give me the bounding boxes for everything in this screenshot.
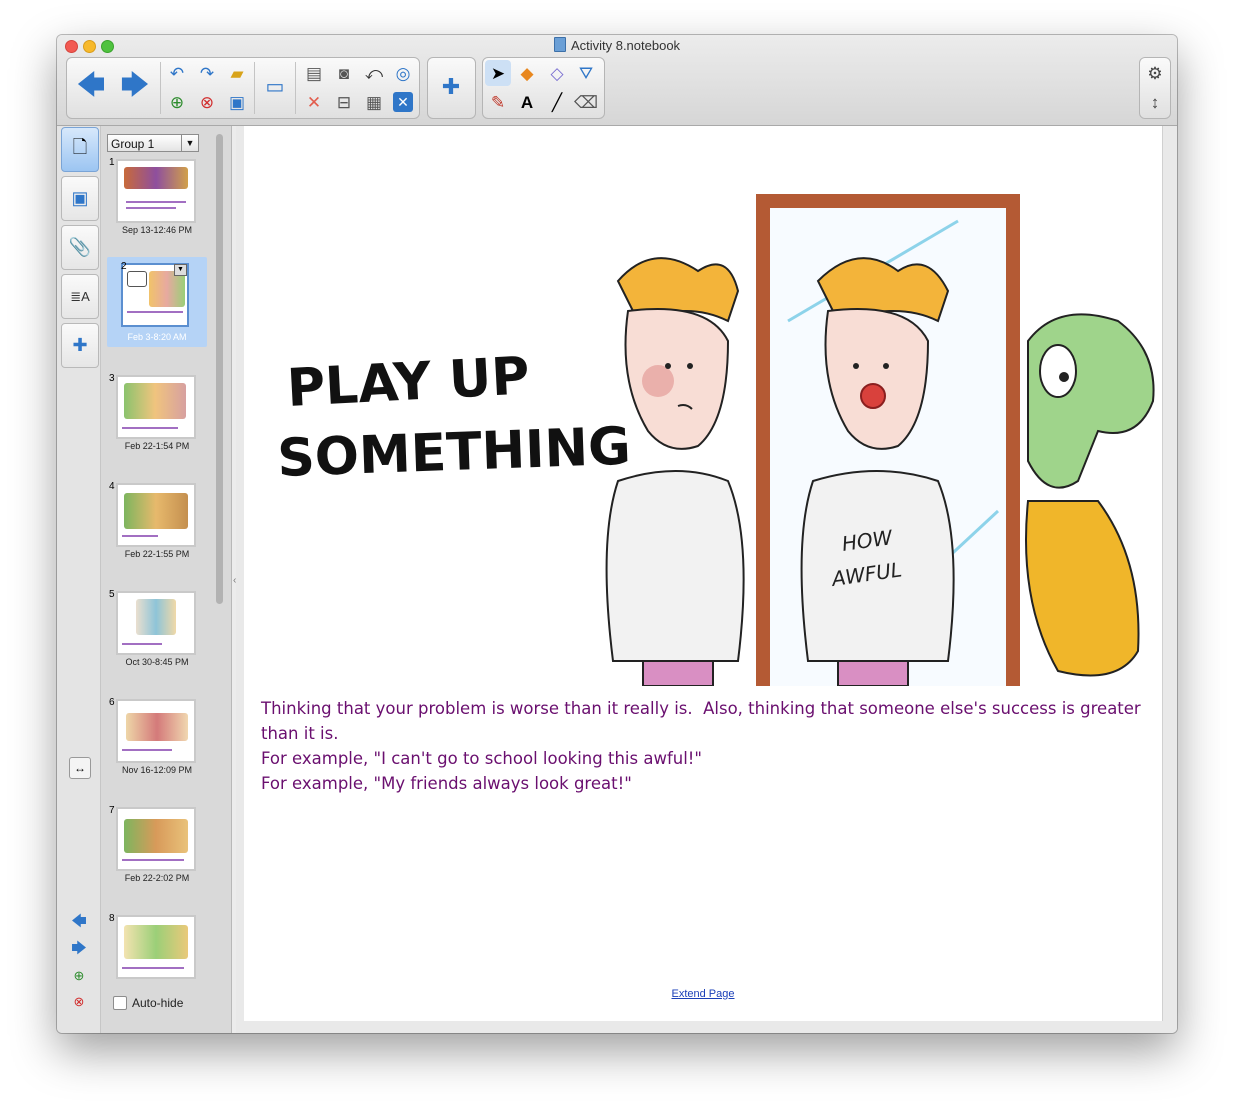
lasso-icon[interactable]: ◇ [544, 60, 570, 86]
addon-puzzle-icon[interactable]: ✚ [438, 74, 464, 100]
page-thumbnail-current[interactable]: 2 Feb 3-8:20 AM ▼ [107, 257, 207, 347]
tools-toolbar-group: ➤ ◆ ◇ ⛛ ✎ A ╱ ⌫ [482, 57, 605, 119]
redo-icon[interactable]: ↷ [194, 60, 220, 86]
move-toolbar-icon[interactable]: ↕ [1142, 89, 1168, 115]
close-icon[interactable]: ✕ [393, 92, 413, 112]
table-icon[interactable]: ▦ [361, 89, 387, 115]
pens-icon[interactable]: ✎ [485, 89, 511, 115]
window-title: Activity 8.notebook [57, 37, 1177, 55]
settings-toolbar-group: ⚙ ↕ [1139, 57, 1171, 119]
chevron-down-icon: ▼ [181, 135, 198, 151]
main-toolbar-group: 🡄 🡆 ↶ ↷ ▰ ⊕ ⊗ ▣ ▭ ▤ ◙ ⤺ ◎ ✕ ⊟ ▦ ✕ [66, 57, 420, 119]
sorter-scrollbar[interactable] [216, 134, 223, 604]
page-sorter: Group 1 ▼ 1 Sep 13-12:46 PM 2 Feb 3-8:20 … [101, 126, 232, 1033]
add-page-icon[interactable]: ⊕ [164, 89, 190, 115]
app-window: Activity 8.notebook 🡄 🡆 ↶ ↷ ▰ ⊕ ⊗ ▣ ▭ ▤ … [57, 35, 1177, 1033]
select-icon[interactable]: ➤ [485, 60, 511, 86]
thumbnail-image [116, 699, 196, 763]
line-icon[interactable]: ╱ [544, 89, 570, 115]
thumbnail-image [116, 375, 196, 439]
sidebar-width-toggle[interactable]: ↔ [69, 757, 91, 779]
paperclip-icon: 📎 [68, 237, 92, 257]
undo-icon[interactable]: ↶ [164, 60, 190, 86]
cartoon-heading-line1: PLAY UP [286, 346, 531, 419]
gallery-icon: ▣ [71, 188, 89, 208]
document-icon [553, 37, 566, 52]
delete-page-small-icon[interactable]: ⊗ [69, 992, 89, 1012]
fill-icon[interactable]: ⛛ [573, 60, 599, 86]
page-thumbnail[interactable]: 8 [107, 912, 207, 998]
save-icon[interactable]: ▣ [224, 89, 250, 115]
clear-icon[interactable]: ✕ [301, 89, 327, 115]
paste-icon[interactable]: ▤ [301, 60, 327, 86]
forward-arrow-icon[interactable]: 🡆 [115, 69, 155, 102]
text-line: Thinking that your problem is worse than… [261, 699, 1146, 743]
turtle-figure [1025, 313, 1155, 677]
thumbnail-image [116, 483, 196, 547]
page-body-text[interactable]: Thinking that your problem is worse than… [261, 696, 1146, 796]
notebook-page[interactable]: PLAY UP SOMETHING HOW AWFUL Thinking tha… [244, 126, 1163, 1021]
thumbnail-image [116, 591, 196, 655]
properties-icon: ≣A [70, 288, 90, 304]
eraser-icon[interactable]: ⌫ [573, 89, 599, 115]
record-icon[interactable]: ◎ [390, 60, 416, 86]
page-thumbnail[interactable]: 3 Feb 22-1:54 PM [107, 372, 207, 458]
page-area: PLAY UP SOMETHING HOW AWFUL Thinking tha… [236, 126, 1177, 1033]
page-thumbnail[interactable]: 7 Feb 22-2:02 PM [107, 804, 207, 890]
addons-tab[interactable]: ✚ [61, 323, 99, 368]
add-page-small-icon[interactable]: ⊕ [69, 966, 89, 986]
extend-page-link[interactable]: Extend Page [244, 988, 1162, 1000]
display-icon[interactable]: ▭ [262, 74, 288, 100]
page-thumbnail[interactable]: 4 Feb 22-1:55 PM [107, 480, 207, 566]
attachments-tab[interactable]: 📎 [61, 225, 99, 270]
text-line: For example, "I can't go to school looki… [261, 749, 702, 768]
properties-tab[interactable]: ≣A [61, 274, 99, 319]
toolbar-divider [160, 62, 161, 114]
thumbnail-image [116, 915, 196, 979]
thumbnail-image [116, 159, 196, 223]
auto-hide-option[interactable]: Auto-hide [113, 996, 183, 1010]
text-icon[interactable]: A [514, 89, 540, 115]
page-thumbnail[interactable]: 1 Sep 13-12:46 PM [107, 156, 207, 242]
shapes-icon[interactable]: ◆ [514, 60, 540, 86]
sidebar-tabs: 🗋 ▣ 📎 ≣A ✚ ↔ 🡄 🡆 ⊕ ⊗ [57, 126, 101, 1033]
text-line: For example, "My friends always look gre… [261, 774, 632, 793]
page-sorter-tab[interactable]: 🗋 [61, 127, 99, 172]
mirror: HOW AWFUL [756, 194, 1020, 686]
back-arrow-icon[interactable]: 🡄 [71, 69, 111, 102]
screen-shade-icon-2[interactable]: ⊟ [331, 89, 357, 115]
page-sorter-icon: 🗋 [72, 136, 88, 157]
gallery-tab[interactable]: ▣ [61, 176, 99, 221]
auto-hide-checkbox[interactable] [113, 996, 127, 1010]
toolbar-divider [295, 62, 296, 114]
title-toolbar-area: Activity 8.notebook 🡄 🡆 ↶ ↷ ▰ ⊕ ⊗ ▣ ▭ ▤ … [57, 35, 1177, 126]
open-icon[interactable]: ▰ [224, 60, 250, 86]
workspace: 🗋 ▣ 📎 ≣A ✚ ↔ 🡄 🡆 ⊕ ⊗ Group 1 ▼ 1 Sep 13-1… [57, 126, 1177, 1033]
page-thumbnail[interactable]: 5 Oct 30-8:45 PM [107, 588, 207, 674]
addon-toolbar-group: ✚ [427, 57, 476, 119]
puzzle-icon: ✚ [72, 335, 88, 355]
cartoon-image: PLAY UP SOMETHING HOW AWFUL [276, 194, 1155, 686]
expand-horizontal-icon: ↔ [74, 761, 86, 775]
delete-page-icon[interactable]: ⊗ [194, 89, 220, 115]
chevron-down-icon[interactable]: ▼ [174, 264, 187, 276]
cartoon-heading-line2: SOMETHING [276, 417, 631, 489]
settings-icon[interactable]: ⚙ [1142, 60, 1168, 86]
group-select[interactable]: Group 1 ▼ [107, 134, 199, 152]
toolbar-divider [254, 62, 255, 114]
screen-shade-icon[interactable]: ⤺ [361, 60, 387, 86]
thumbnail-image [116, 807, 196, 871]
screen-capture-icon[interactable]: ◙ [331, 60, 357, 86]
page-thumbnail[interactable]: 6 Nov 16-12:09 PM [107, 696, 207, 782]
prev-page-arrow-icon[interactable]: 🡄 [69, 913, 89, 933]
next-page-arrow-icon[interactable]: 🡆 [69, 940, 89, 960]
